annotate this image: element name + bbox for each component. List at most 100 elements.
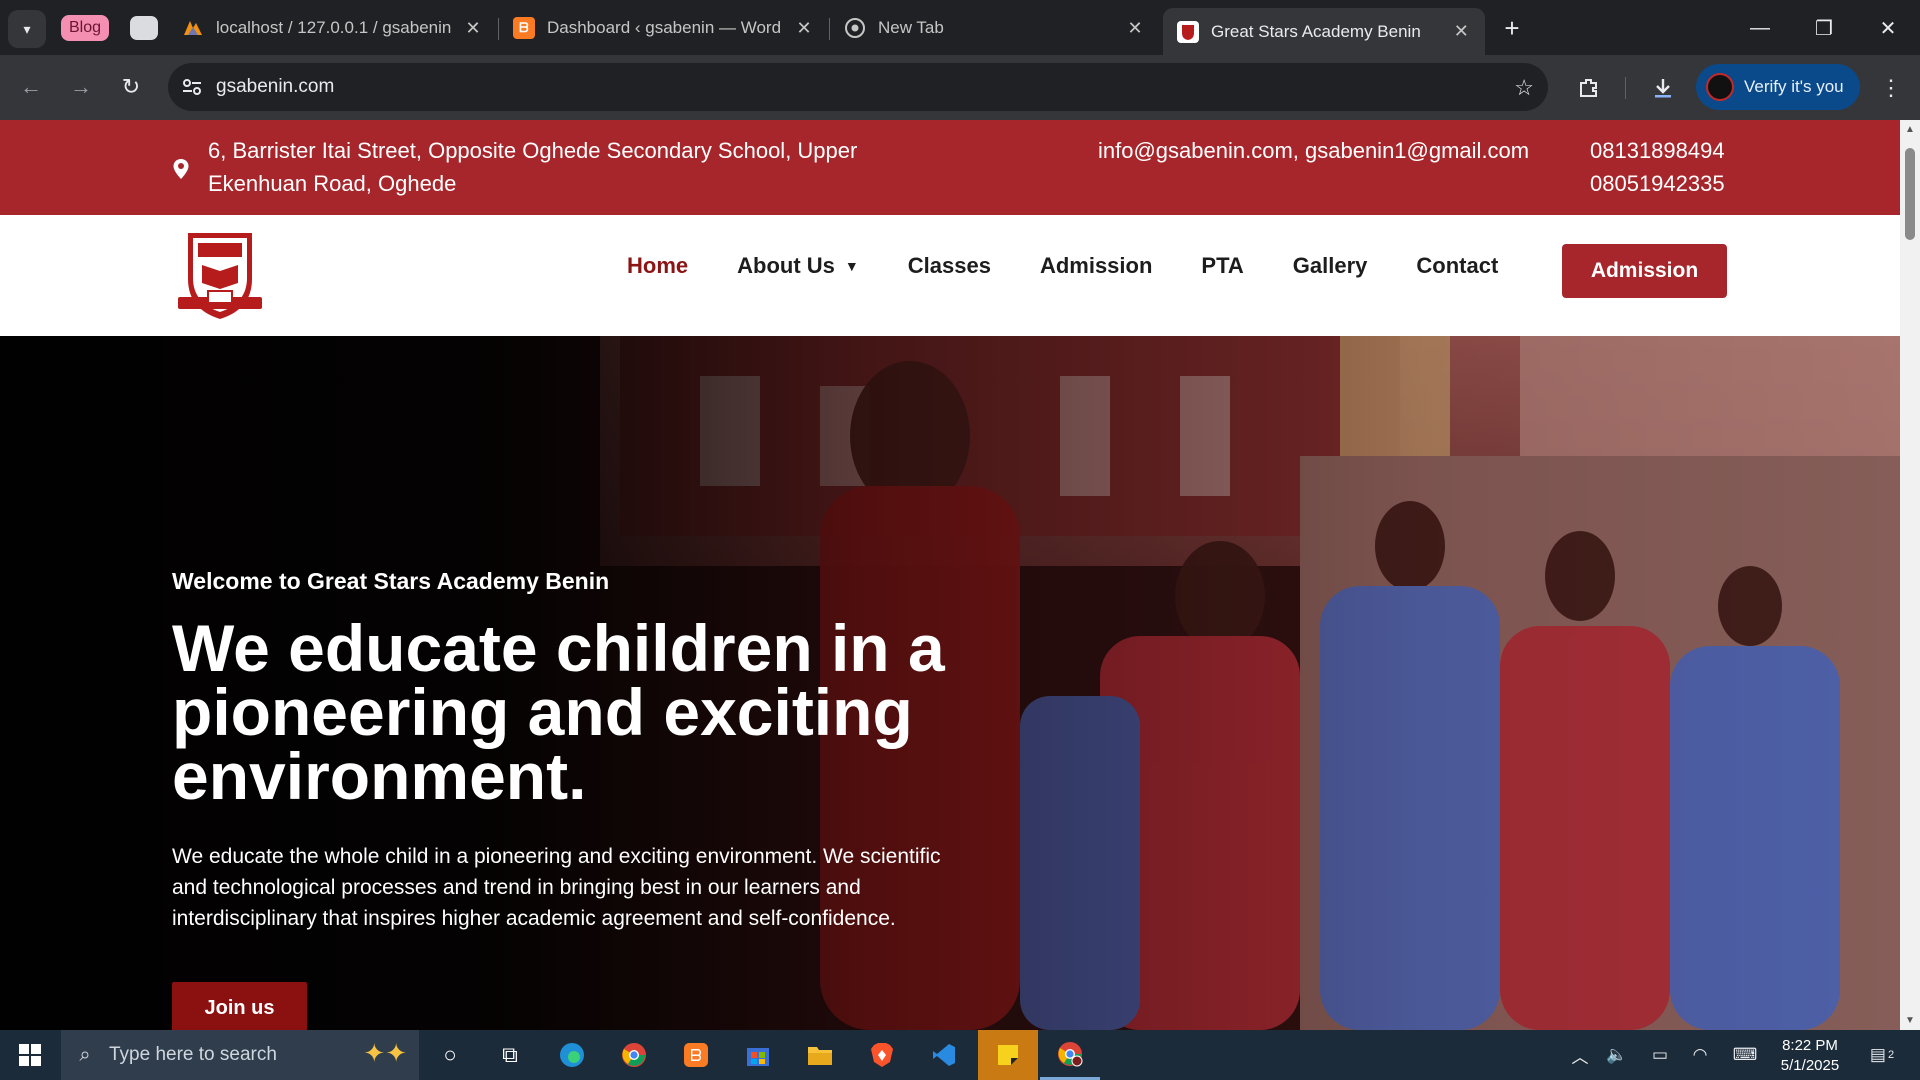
site-info-icon[interactable] (168, 63, 216, 111)
close-window-button[interactable]: ✕ (1868, 10, 1908, 46)
show-hidden-icons-icon[interactable]: ︿ (1565, 1030, 1595, 1080)
keyboard-icon[interactable]: ⌨ (1725, 1030, 1765, 1080)
arrow-right-icon: → (70, 74, 92, 99)
nav-about-us[interactable]: About Us ▼ (737, 253, 859, 279)
hero-description: We educate the whole child in a pioneeri… (172, 845, 941, 930)
scroll-down-icon[interactable]: ▼ (1904, 1015, 1916, 1026)
admission-cta-button[interactable]: Admission (1562, 244, 1727, 298)
browser-tab-strip: ▾ Blog localhost / 127.0.0.1 / gsabenin … (0, 0, 1920, 55)
location-pin-icon (172, 156, 190, 179)
microsoft-store-icon[interactable] (728, 1030, 788, 1080)
message-icon: ▤ (1869, 1045, 1886, 1064)
notification-count: 2 (1887, 1049, 1895, 1061)
volume-icon[interactable]: 🔈 (1602, 1030, 1632, 1080)
avatar (1706, 73, 1734, 101)
verify-label: Verify it's you (1744, 77, 1844, 96)
tab-phpmyadmin[interactable]: localhost / 127.0.0.1 / gsabenin ✕ (168, 8, 497, 48)
task-view-icon[interactable]: ⧉ (480, 1030, 540, 1080)
tab-title: Great Stars Academy Benin (1211, 21, 1421, 41)
nav-home[interactable]: Home (627, 253, 688, 279)
hero-heading: We educate children in a pioneering and … (172, 611, 945, 813)
nav-classes[interactable]: Classes (908, 253, 991, 279)
browser-menu-icon[interactable]: ⋮ (1874, 71, 1908, 105)
close-icon[interactable]: ✕ (794, 18, 814, 38)
main-navigation: Home About Us ▼ Classes Admission PTA Ga… (627, 253, 1547, 279)
nav-admission[interactable]: Admission (1040, 253, 1152, 279)
xampp-icon[interactable]: ᗷ (666, 1030, 726, 1080)
tab-title: Dashboard ‹ gsabenin — WordPress (547, 18, 782, 37)
contact-topbar: 6, Barrister Itai Street, Opposite Oghed… (0, 120, 1900, 215)
school-logo-icon (1177, 20, 1199, 43)
minimize-icon: — (1750, 16, 1770, 39)
sparkle-icon: ✦✦ (363, 1038, 407, 1068)
start-button[interactable] (0, 1030, 60, 1080)
hero-kicker: Welcome to Great Stars Academy Benin (172, 568, 610, 594)
restore-button[interactable]: ❐ (1804, 10, 1844, 46)
nav-gallery[interactable]: Gallery (1293, 253, 1368, 279)
cortana-icon[interactable]: ○ (420, 1030, 480, 1080)
page-viewport: 6, Barrister Itai Street, Opposite Oghed… (0, 120, 1900, 1030)
tab-great-stars-academy[interactable]: Great Stars Academy Benin ✕ (1163, 8, 1485, 55)
tab-title: localhost / 127.0.0.1 / gsabenin (216, 18, 451, 37)
verify-profile-button[interactable]: Verify it's you (1696, 64, 1860, 110)
bookmark-star-icon[interactable]: ☆ (1514, 75, 1534, 101)
new-tab-button[interactable]: + (1496, 12, 1528, 44)
minimize-button[interactable]: — (1740, 10, 1780, 46)
school-logo[interactable] (170, 225, 270, 325)
site-header: Home About Us ▼ Classes Admission PTA Ga… (0, 215, 1900, 336)
phone-number-1[interactable]: 08131898494 (1590, 134, 1725, 167)
tab-wordpress-dashboard[interactable]: ᗷ Dashboard ‹ gsabenin — WordPress ✕ (499, 8, 828, 48)
edge-icon[interactable] (542, 1030, 602, 1080)
reload-button[interactable]: ↻ (112, 68, 150, 106)
search-placeholder: Type here to search (109, 1044, 277, 1065)
plus-icon: + (1504, 12, 1520, 43)
windows-logo-icon (19, 1044, 41, 1066)
extensions-icon[interactable] (1572, 71, 1606, 105)
clock-date: 5/1/2025 (1780, 1057, 1840, 1074)
vscode-icon[interactable] (914, 1030, 974, 1080)
chrome-icon (844, 17, 866, 39)
wifi-icon[interactable]: ◠ (1685, 1030, 1715, 1080)
taskbar-search-box[interactable]: ⌕ Type here to search ✦✦ (61, 1030, 419, 1080)
close-icon: ✕ (1879, 17, 1897, 40)
download-icon[interactable] (1646, 71, 1680, 105)
nav-pta[interactable]: PTA (1201, 253, 1243, 279)
contact-phones: 08131898494 08051942335 (1590, 134, 1725, 200)
restore-icon: ❐ (1815, 17, 1833, 40)
join-us-button[interactable]: Join us (172, 982, 307, 1030)
chrome-icon[interactable] (604, 1030, 664, 1080)
nav-contact[interactable]: Contact (1416, 253, 1498, 279)
scrollbar-thumb[interactable] (1905, 148, 1915, 240)
chrome-running-icon[interactable] (1040, 1030, 1100, 1080)
search-icon: ⌕ (79, 1043, 91, 1066)
close-icon[interactable]: ✕ (1125, 18, 1145, 38)
chevron-down-icon: ▼ (844, 258, 859, 274)
tab-group-chip[interactable]: Blog (61, 15, 110, 41)
toolbar-divider (1625, 77, 1626, 99)
forward-button[interactable]: → (62, 68, 100, 106)
address-bar[interactable]: gsabenin.com ☆ (168, 63, 1548, 111)
nav-about-label: About Us (737, 253, 835, 278)
taskbar-clock[interactable]: 8:22 PM 5/1/2025 (1770, 1036, 1850, 1076)
scroll-up-icon[interactable]: ▲ (1904, 124, 1916, 135)
battery-icon[interactable]: ▭ (1645, 1030, 1675, 1080)
tab-search-button[interactable]: ▾ (8, 10, 46, 48)
tab-group-chip-collapsed[interactable] (130, 16, 158, 40)
notification-center-icon[interactable]: ▤ 2 (1862, 1030, 1902, 1080)
tab-new-tab[interactable]: New Tab ✕ (830, 8, 1159, 48)
phpmyadmin-icon (182, 17, 204, 39)
windows-taskbar: ⌕ Type here to search ✦✦ ○ ⧉ ᗷ ︿ 🔈 ▭ ◠ ⌨… (0, 1030, 1920, 1080)
contact-emails[interactable]: info@gsabenin.com, gsabenin1@gmail.com (1098, 134, 1529, 167)
back-button[interactable]: ← (12, 68, 50, 106)
svg-text:ᗷ: ᗷ (690, 1046, 702, 1065)
page-scrollbar[interactable]: ▲ ▼ (1900, 120, 1920, 1030)
sticky-notes-icon[interactable] (978, 1030, 1038, 1080)
chevron-down-icon: ▾ (23, 20, 31, 37)
close-icon[interactable]: ✕ (463, 18, 483, 38)
brave-icon[interactable] (852, 1030, 912, 1080)
close-icon[interactable]: ✕ (1452, 21, 1471, 42)
tab-title: New Tab (878, 18, 944, 37)
hero-section: Welcome to Great Stars Academy Benin We … (0, 336, 1900, 1030)
phone-number-2[interactable]: 08051942335 (1590, 167, 1725, 200)
file-explorer-icon[interactable] (790, 1030, 850, 1080)
